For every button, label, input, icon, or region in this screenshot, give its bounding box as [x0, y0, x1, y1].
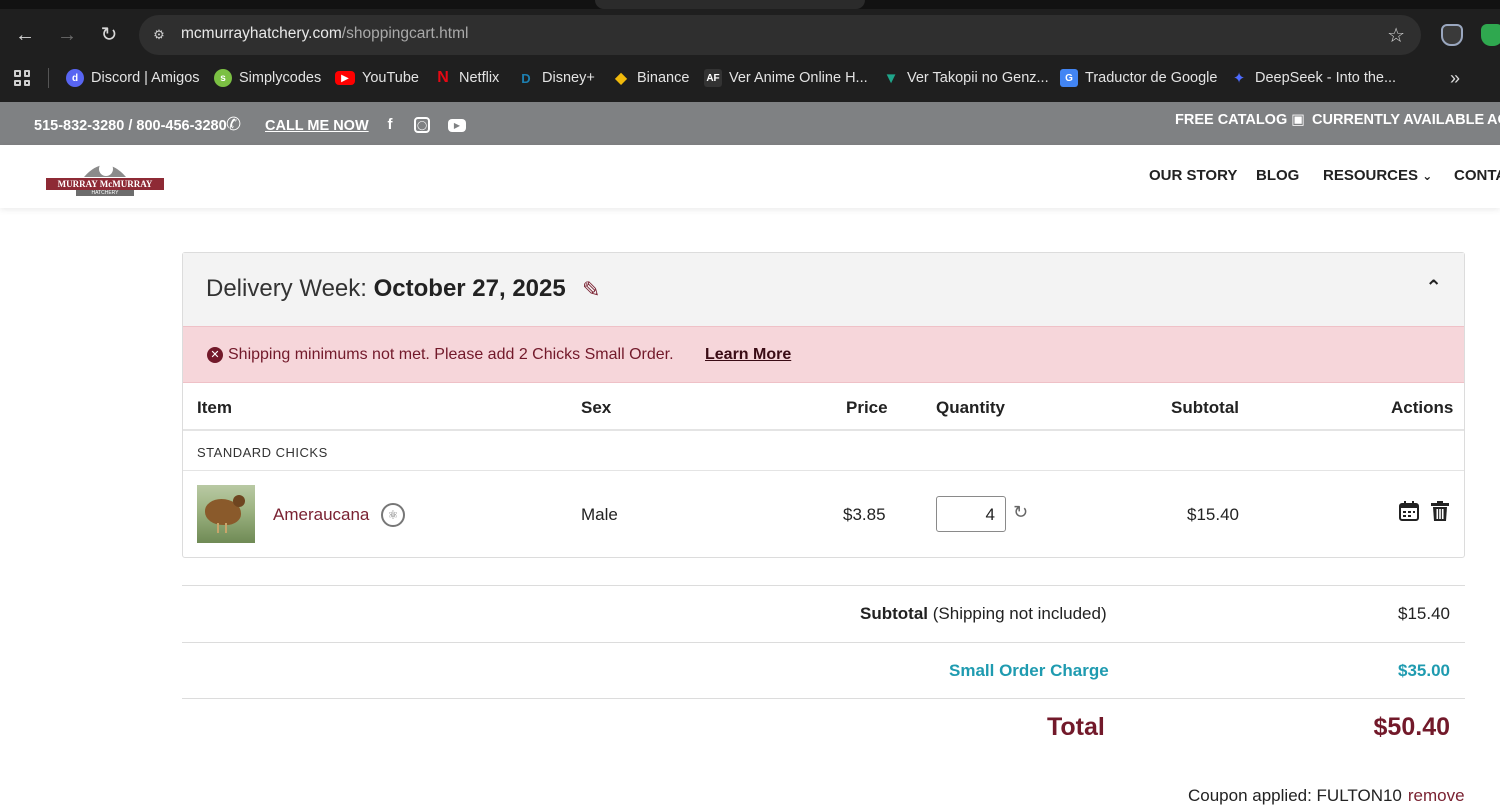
quantity-input[interactable]: 4: [936, 496, 1006, 532]
bookmark-google-translate[interactable]: G Traductor de Google: [1060, 67, 1217, 89]
shipping-minimum-alert: ✕ Shipping minimums not met. Please add …: [183, 326, 1464, 383]
header-divider: [183, 429, 1464, 431]
account-link-cut[interactable]: AC: [1487, 112, 1500, 128]
facebook-icon[interactable]: f: [381, 116, 399, 134]
small-order-charge-label: Small Order Charge: [949, 661, 1109, 680]
hen-leg: [217, 523, 219, 533]
error-circle-icon: ✕: [207, 347, 223, 363]
back-icon[interactable]: ←: [12, 22, 38, 48]
product-sex: Male: [581, 505, 618, 524]
phone-icon: ✆: [226, 114, 242, 134]
refresh-quantity-icon[interactable]: ↻: [1013, 502, 1028, 523]
nav-blog[interactable]: BLOG: [1256, 167, 1299, 184]
subtotal-value: $15.40: [1398, 604, 1450, 623]
free-catalog-link[interactable]: FREE CATALOG ▣: [1175, 112, 1305, 128]
totals-divider: [182, 585, 1465, 586]
collapse-chevron-icon[interactable]: ⌃: [1425, 275, 1442, 300]
site-topbar: 515-832-3280 / 800-456-3280 ✆ CALL ME NO…: [0, 102, 1500, 145]
deepseek-icon: ✦: [1232, 70, 1246, 87]
browser-chrome: ← → ↻ ⚙ mcmurrayhatchery.com/shoppingcar…: [0, 0, 1500, 102]
youtube-social-icon[interactable]: ▶: [448, 119, 466, 132]
remove-coupon-link[interactable]: remove: [1408, 786, 1465, 805]
tab-strip: [0, 0, 1500, 9]
header-subtotal: Subtotal: [1171, 398, 1239, 417]
security-extension-icon[interactable]: [1481, 24, 1500, 46]
bookmarks-bar: d Discord | Amigos s Simplycodes ▶ YouTube …: [0, 62, 1500, 94]
nav-contact[interactable]: CONTA: [1454, 167, 1500, 184]
active-tab[interactable]: [595, 0, 865, 9]
line-subtotal: $15.40: [1187, 505, 1239, 524]
header-price: Price: [846, 398, 888, 417]
address-bar[interactable]: ⚙ mcmurrayhatchery.com/shoppingcart.html…: [139, 15, 1421, 55]
header-item: Item: [197, 398, 232, 417]
chevron-down-icon: ⌄: [1422, 169, 1433, 183]
hen-head: [233, 495, 245, 507]
header-sex: Sex: [581, 398, 612, 417]
shield-extension-icon[interactable]: [1441, 24, 1463, 46]
disney-icon: D: [521, 70, 531, 86]
delivery-week-title: Delivery Week: October 27, 2025: [206, 275, 566, 302]
row-divider: [183, 470, 1464, 471]
sexed-info-icon[interactable]: ⚛: [381, 503, 405, 527]
nav-our-story[interactable]: OUR STORY: [1149, 167, 1237, 184]
forward-icon[interactable]: →: [54, 22, 80, 48]
coupon-applied: Coupon applied: FULTON10 remove: [1188, 786, 1465, 805]
delivery-week-header[interactable]: Delivery Week: October 27, 2025 ✎ ⌃: [183, 253, 1464, 326]
calendar-icon[interactable]: [1397, 500, 1421, 524]
bookmark-binance[interactable]: ◆ Binance: [612, 67, 690, 89]
discord-icon: d: [66, 69, 84, 87]
bookmark-simplycodes[interactable]: s Simplycodes: [214, 67, 321, 89]
google-translate-icon: G: [1060, 69, 1078, 87]
url-text[interactable]: mcmurrayhatchery.com/shoppingcart.html: [181, 25, 468, 43]
bookmark-discord[interactable]: d Discord | Amigos: [66, 67, 200, 89]
murray-mcmurray-logo[interactable]: MURRAY McMURRAY HATCHERY: [44, 155, 166, 199]
learn-more-link[interactable]: Learn More: [705, 346, 791, 364]
main-navigation: MURRAY McMURRAY HATCHERY OUR STORY BLOG …: [0, 145, 1500, 208]
hen-leg: [225, 523, 227, 533]
logo-text: MURRAY McMURRAY: [57, 179, 153, 189]
small-order-charge-value: $35.00: [1398, 661, 1450, 680]
product-name-link[interactable]: Ameraucana: [273, 505, 369, 525]
bookmark-star-icon[interactable]: ☆: [1387, 23, 1405, 48]
total-label: Total: [1047, 713, 1105, 741]
header-quantity: Quantity: [936, 398, 1005, 417]
netflix-icon: N: [437, 69, 449, 86]
instagram-icon[interactable]: ◯: [414, 117, 430, 133]
bookmark-disney[interactable]: D Disney+: [517, 67, 595, 89]
bookmark-takopii[interactable]: ▼ Ver Takopii no Genz...: [882, 67, 1049, 89]
call-me-now-link[interactable]: CALL ME NOW: [265, 118, 369, 134]
catalog-icon: ▣: [1291, 112, 1305, 128]
bookmarks-separator: [48, 68, 49, 88]
binance-icon: ◆: [614, 70, 628, 87]
cart-panel: Delivery Week: October 27, 2025 ✎ ⌃ ✕ Sh…: [182, 252, 1465, 558]
trash-icon[interactable]: [1428, 500, 1452, 524]
total-value: $50.40: [1373, 713, 1450, 741]
totals-divider: [182, 642, 1465, 643]
more-bookmarks-icon[interactable]: »: [1450, 68, 1460, 89]
subtotal-label: Subtotal (Shipping not included): [860, 604, 1107, 623]
youtube-icon: ▶: [335, 71, 355, 85]
takopii-icon: ▼: [883, 69, 899, 87]
product-thumbnail[interactable]: [197, 485, 255, 543]
currently-available-link[interactable]: CURRENTLY AVAILABLE: [1312, 112, 1484, 128]
category-label: STANDARD CHICKS: [197, 445, 328, 460]
edit-pencil-icon[interactable]: ✎: [582, 277, 600, 303]
logo-subtext: HATCHERY: [91, 190, 119, 196]
site-settings-icon[interactable]: ⚙: [149, 25, 169, 45]
totals-divider: [182, 698, 1465, 699]
bookmark-anime[interactable]: AF Ver Anime Online H...: [704, 67, 868, 89]
simplycodes-icon: s: [214, 69, 232, 87]
header-actions: Actions: [1391, 398, 1454, 417]
bookmark-netflix[interactable]: N Netflix: [434, 67, 499, 89]
reload-icon[interactable]: ↻: [96, 22, 122, 48]
alert-message: Shipping minimums not met. Please add 2 …: [228, 346, 674, 363]
animeflv-icon: AF: [704, 69, 722, 87]
product-price: $3.85: [843, 505, 886, 524]
nav-resources[interactable]: RESOURCES ⌄: [1323, 167, 1432, 184]
bookmark-deepseek[interactable]: ✦ DeepSeek - Into the...: [1230, 67, 1396, 89]
apps-grid-icon[interactable]: [14, 70, 30, 86]
bookmark-youtube[interactable]: ▶ YouTube: [335, 67, 419, 89]
phone-numbers: 515-832-3280 / 800-456-3280: [34, 118, 227, 134]
